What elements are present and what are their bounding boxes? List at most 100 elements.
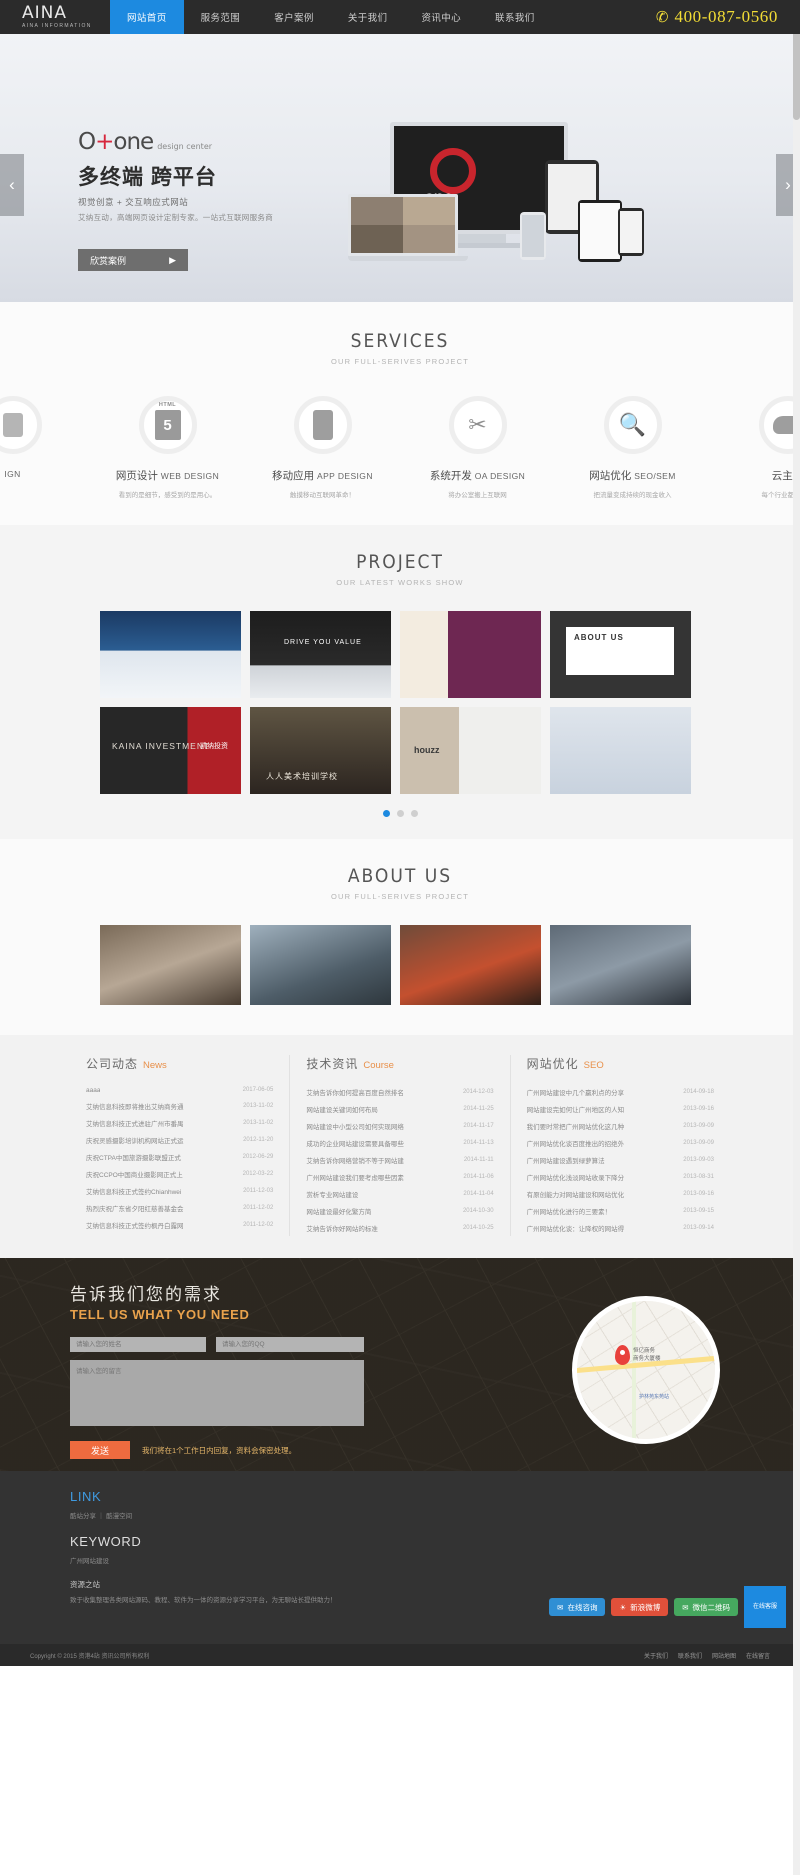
tablet-icon (293, 396, 352, 454)
project-card-8[interactable] (550, 707, 691, 794)
news-item[interactable]: 艾纳告诉你好网站的标准 2014-10-25 (306, 1219, 493, 1236)
news-item[interactable]: 网站建设最好化繁方简 2014-10-30 (306, 1202, 493, 1219)
footer-link-items[interactable]: 酷站分享 ｜ 酷漫空间 (70, 1510, 730, 1520)
news-item-title: 艾纳告诉你好网站的标准 (306, 1225, 378, 1233)
chat-chip-2[interactable]: ✉ 微信二维码 (674, 1598, 738, 1616)
map-label-1: 恒亿商务 (633, 1348, 656, 1354)
news-item[interactable]: 网站建设完如何让广州地区的人知 2013-09-16 (527, 1100, 714, 1117)
banner-cta-button[interactable]: 欣赏案例 ▶ (78, 249, 188, 271)
news-item[interactable]: 艾纳信息科技正式签约Chianhwei 2011-12-03 (86, 1182, 273, 1199)
news-item[interactable]: 艾纳信息科技正式签约枫丹白露网 2011-12-02 (86, 1216, 273, 1233)
message-textarea[interactable] (70, 1360, 364, 1426)
online-service-qr[interactable]: 在线客服 (744, 1586, 786, 1628)
service-desc-1: 看到的是细节，感受到的是用心。 (118, 492, 217, 499)
project-card-5[interactable]: KAINA INVESTMENT 凯纳投资 (100, 707, 241, 794)
nav-item-5[interactable]: 联系我们 (478, 0, 552, 34)
news-item[interactable]: 艾纳信息科技正式进驻广州市番禺 2013-11-02 (86, 1114, 273, 1131)
service-name-2: 移动应用 APP DESIGN (245, 468, 400, 483)
send-button[interactable]: 发送 (70, 1441, 130, 1459)
news-item[interactable]: 广州网站建设我们要考虑哪些因素 2014-11-06 (306, 1168, 493, 1185)
news-item-date: 2012-11-20 (243, 1136, 274, 1143)
news-item[interactable]: 赏析专业网站建设 2014-11-04 (306, 1185, 493, 1202)
news-item-title: 广州网站优化浅淡网站收录下降分 (526, 1174, 625, 1182)
news-item[interactable]: 广州网站优化谈：让降权的网站得 2013-09-14 (527, 1219, 714, 1236)
project-card-3[interactable] (400, 611, 541, 698)
project-card-7[interactable]: houzz (400, 707, 541, 794)
service-item-0[interactable]: IGN (0, 396, 90, 499)
site-logo[interactable]: AINA AINA INFORMATION (0, 4, 110, 30)
service-item-2[interactable]: 移动应用 APP DESIGN 触摸移动互联网革命！ (245, 396, 400, 499)
about-photo-conference[interactable] (550, 925, 691, 1005)
news-item[interactable]: 艾纳信息科技即将推出艾纳商务通 2013-11-02 (86, 1097, 273, 1114)
project-card-2-label: DRIVE YOU VALUE (284, 639, 362, 646)
news-item-title: 广州网站优化谈：让降权的网站得 (526, 1225, 625, 1233)
project-card-1[interactable] (100, 611, 241, 698)
footer-bottom-bar: Copyright © 2015 资港4站 资讯公司所有权利 关于我们 联系我们 网… (0, 1644, 800, 1666)
nav-item-2[interactable]: 客户案例 (257, 0, 331, 34)
footer-link-1[interactable]: 联系我们 (678, 1651, 702, 1660)
news-item[interactable]: 广州网站建设中几个赢利点的分享 2014-09-18 (527, 1083, 714, 1100)
news-item-date: 2014-10-25 (462, 1224, 494, 1231)
project-dot-0[interactable] (382, 810, 390, 817)
chat-chip-1[interactable]: ☀ 新浪微博 (611, 1598, 669, 1616)
news-item[interactable]: 我们要时常把广州网站优化这几种 2013-09-09 (527, 1117, 714, 1134)
news-item[interactable]: 广州网站优化进行的三要素！ 2013-09-15 (527, 1202, 714, 1219)
service-item-1[interactable]: HTML 网页设计 WEB DESIGN 看到的是细节，感受到的是用心。 (90, 396, 245, 499)
nav-item-4[interactable]: 资讯中心 (404, 0, 478, 34)
project-card-4[interactable]: ABOUT US (550, 611, 691, 698)
footer-link-0[interactable]: 关于我们 (644, 1651, 668, 1660)
about-photo-meeting-room[interactable] (100, 925, 241, 1005)
news-item[interactable]: 庆祝CTPA中国旅游摄影联盟正式 2012-06-29 (86, 1148, 273, 1165)
nav-item-0[interactable]: 网站首页 (110, 0, 184, 34)
about-photo-office[interactable] (250, 925, 391, 1005)
news-item-title: 艾纳告诉你如何提高百度自然排名 (306, 1089, 404, 1097)
news-item-date: 2017-06-05 (242, 1087, 274, 1093)
nav-item-3[interactable]: 关于我们 (331, 0, 405, 34)
page-scrollbar-track[interactable] (793, 0, 800, 1875)
search-icon: 🔍 (603, 396, 662, 454)
service-item-4[interactable]: 🔍 网站优化 SEO/SEM 把流量变成持续的现金收入 (555, 396, 710, 499)
nav-item-1[interactable]: 服务范围 (184, 0, 258, 34)
about-photo-lobby[interactable] (400, 925, 541, 1005)
name-input[interactable] (70, 1337, 206, 1352)
news-item-title: 艾纳告诉你网络营销不等于网站建 (306, 1157, 404, 1165)
news-item[interactable]: 成功的企业网站建设需要具备哪些 2014-11-13 (306, 1134, 493, 1151)
news-item[interactable]: 网站建设关键词如何布局 2014-11-25 (306, 1100, 493, 1117)
project-card-6-label: 人人美术培训学校 (266, 772, 338, 781)
service-item-3[interactable]: ✂ 系统开发 OA DESIGN 将办公室搬上互联网 (400, 396, 555, 499)
news-item[interactable]: 网站建设中小型公司如何实现网络 2014-11-17 (306, 1117, 493, 1134)
news-item[interactable]: 热烈庆祝广东省夕阳红慈善基金会 2011-12-02 (86, 1199, 273, 1216)
news-item-date: 2013-11-02 (243, 1102, 274, 1109)
chat-chip-label-1: 新浪微博 (630, 1602, 661, 1612)
news-item[interactable]: 广州网站建设遇到绿萝算法 2013-09-03 (527, 1151, 714, 1168)
news-item-title: 艾纳信息科技即将推出艾纳商务通 (86, 1103, 184, 1111)
project-card-2[interactable]: DRIVE YOU VALUE (250, 611, 391, 698)
service-item-5[interactable]: 云主机 每个行业都应该有 (710, 396, 800, 499)
map-thumbnail[interactable]: 恒亿商务 商务大厦楼 护林苑东苑站 (572, 1296, 720, 1444)
news-item[interactable]: 有原创能力对网站建设和网站优化 2013-09-16 (527, 1185, 714, 1202)
project-card-6[interactable]: 人人美术培训学校 (250, 707, 391, 794)
news-item-date: 2013-09-09 (683, 1122, 714, 1129)
qq-input[interactable] (216, 1337, 364, 1352)
banner-prev-arrow[interactable]: ‹ (0, 154, 24, 216)
banner-title: 多终端 跨平台 (78, 166, 217, 189)
project-dot-2[interactable] (410, 810, 418, 817)
footer-link-3[interactable]: 在线留言 (746, 1651, 770, 1660)
project-dot-1[interactable] (396, 810, 404, 817)
news-item[interactable]: 广州网站优化谈百度推出的招绝外 2013-09-09 (527, 1134, 714, 1151)
news-item[interactable]: 艾纳告诉你如何提高百度自然排名 2014-12-03 (306, 1083, 493, 1100)
service-name-3: 系统开发 OA DESIGN (400, 468, 555, 483)
news-item-date: 2014-11-13 (463, 1139, 494, 1146)
news-item[interactable]: 广州网站优化浅淡网站收录下降分 2013-08-31 (527, 1168, 714, 1185)
banner-logo-post: one (113, 129, 154, 155)
news-item-title: 广州网站建设遇到绿萝算法 (526, 1157, 605, 1165)
footer-link-2[interactable]: 网站地图 (712, 1651, 736, 1660)
news-item[interactable]: aaaa 2017-06-05 (86, 1083, 273, 1097)
news-item-title: 网站建设完如何让广州地区的人知 (526, 1106, 625, 1114)
news-item[interactable]: 庆祝CCPO中国商业摄影网正式上 2012-03-22 (86, 1165, 273, 1182)
news-item[interactable]: 艾纳告诉你网络营销不等于网站建 2014-11-11 (306, 1151, 493, 1168)
chat-chip-0[interactable]: ✉ 在线咨询 (549, 1598, 606, 1616)
news-item[interactable]: 庆祝灵感摄影培训机构网站正式运 2012-11-20 (86, 1131, 273, 1148)
footer-keyword-items[interactable]: 广州网站建设 (70, 1555, 730, 1565)
banner-logo-pre: O (78, 129, 96, 155)
